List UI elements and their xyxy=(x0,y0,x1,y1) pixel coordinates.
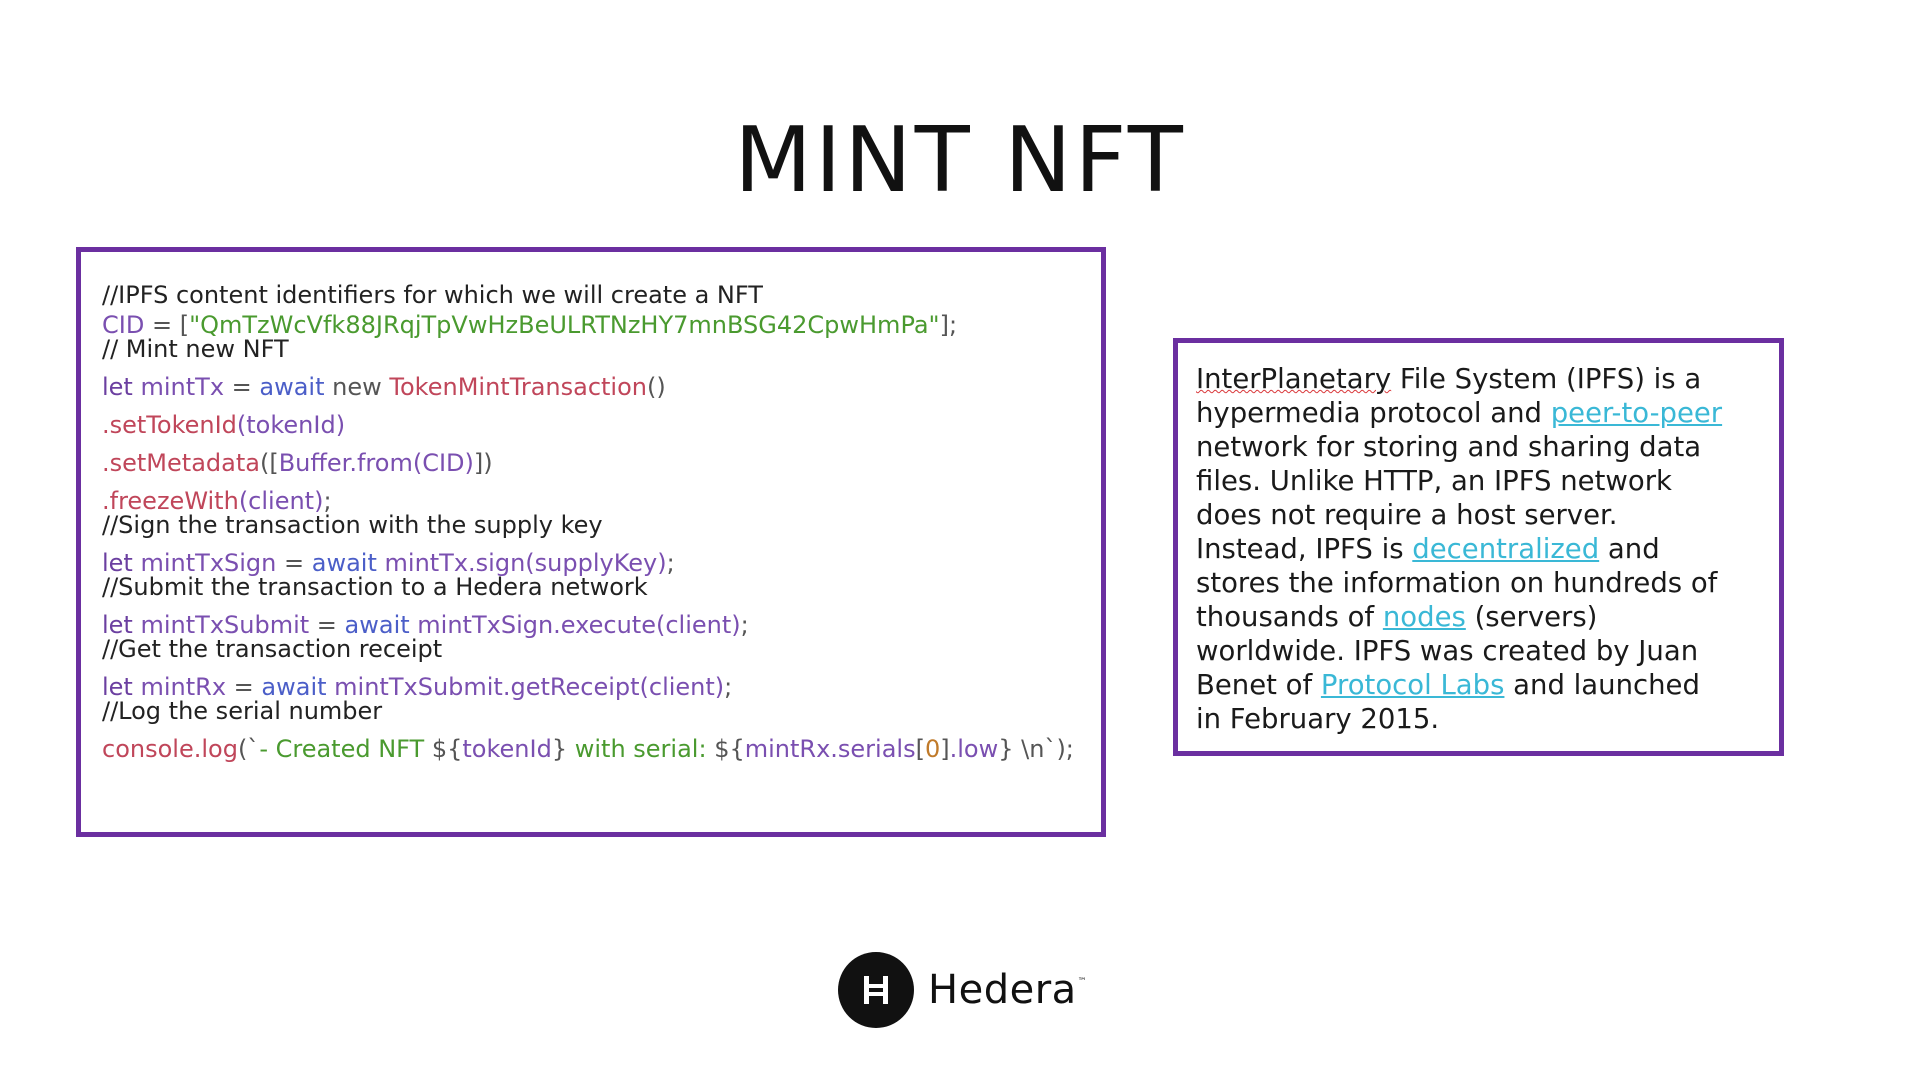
info-line: Benet of Protocol Labs and launched xyxy=(1196,668,1765,702)
code-token: [ xyxy=(915,735,925,763)
code-token: ]) xyxy=(473,449,493,477)
code-token: let xyxy=(102,373,133,401)
code-token: "QmTzWcVfk88JRqjTpVwHzBeULRTNzHY7mnBSG42… xyxy=(189,311,940,339)
code-line-set-token-id: .setTokenId(tokenId) xyxy=(102,410,1101,440)
code-comment-submit: //Submit the transaction to a Hedera net… xyxy=(102,573,648,601)
code-line-console-log: console.log(`- Created NFT ${tokenId} wi… xyxy=(102,734,1101,764)
code-token: mintRx.serials xyxy=(744,735,916,763)
code-token: Buffer.from xyxy=(278,449,413,477)
code-token: .setMetadata xyxy=(102,449,260,477)
info-line: files. Unlike HTTP, an IPFS network xyxy=(1196,465,1672,497)
code-token: tokenId xyxy=(462,735,552,763)
info-text: Benet of xyxy=(1196,669,1321,701)
hedera-h-icon xyxy=(838,952,914,1028)
code-token: ; xyxy=(740,611,749,639)
code-token: } xyxy=(998,735,1014,763)
code-token: ${ xyxy=(714,735,745,763)
hedera-wordmark: Hedera™ xyxy=(928,967,1087,1013)
decentralized-link[interactable]: decentralized xyxy=(1412,533,1599,565)
code-token: \n`); xyxy=(1013,735,1074,763)
code-line-mint-tx: let mintTx = await new TokenMintTransact… xyxy=(102,373,666,401)
peer-to-peer-link[interactable]: peer-to-peer xyxy=(1551,397,1722,429)
info-line: thousands of nodes (servers) xyxy=(1196,600,1765,634)
code-comment-sign: //Sign the transaction with the supply k… xyxy=(102,511,603,539)
code-token: .low xyxy=(949,735,999,763)
code-line-set-metadata: .setMetadata([Buffer.from(CID)]) xyxy=(102,448,1101,478)
code-token: mintTxSign.execute xyxy=(417,611,656,639)
nodes-link[interactable]: nodes xyxy=(1383,601,1466,633)
info-line: does not require a host server. xyxy=(1196,499,1618,531)
code-token: with serial: xyxy=(567,735,715,763)
info-text: and xyxy=(1599,533,1660,565)
code-token: (tokenId) xyxy=(236,411,346,439)
info-text: (servers) xyxy=(1465,601,1598,633)
info-text: thousands of xyxy=(1196,601,1383,633)
code-token: await xyxy=(259,373,325,401)
code-token: TokenMintTransaction xyxy=(389,373,647,401)
code-panel: //IPFS content identifiers for which we … xyxy=(76,247,1106,837)
code-token: .setTokenId xyxy=(102,411,237,439)
code-token: ] xyxy=(940,735,950,763)
info-line: in February 2015. xyxy=(1196,703,1440,735)
info-text: Instead, IPFS is xyxy=(1196,533,1413,565)
slide-title: MINT NFT xyxy=(734,108,1186,213)
code-token: ; xyxy=(724,673,733,701)
info-text: and launched xyxy=(1504,669,1700,701)
info-line: hypermedia protocol and peer-to-peer xyxy=(1196,396,1765,430)
code-token: new xyxy=(332,373,382,401)
code-token: (` xyxy=(237,735,260,763)
info-text: File System (IPFS) is a xyxy=(1391,363,1702,395)
code-token: (client) xyxy=(655,611,741,639)
info-line: InterPlanetary File System (IPFS) is a xyxy=(1196,362,1765,396)
code-token: ]; xyxy=(939,311,958,339)
info-line: Instead, IPFS is decentralized and xyxy=(1196,532,1765,566)
code-token: mintTx xyxy=(140,373,225,401)
code-token: - Created NFT xyxy=(259,735,432,763)
info-text: hypermedia protocol and xyxy=(1196,397,1551,429)
code-comment-ipfs: //IPFS content identifiers for which we … xyxy=(102,281,763,309)
hedera-name: Hedera xyxy=(928,967,1077,1013)
spellcheck-word: InterPlanetary xyxy=(1196,363,1392,395)
code-token: (CID) xyxy=(412,449,474,477)
info-line: stores the information on hundreds of xyxy=(1196,567,1718,599)
code-token: console.log xyxy=(102,735,238,763)
info-line: network for storing and sharing data xyxy=(1196,431,1702,463)
code-token: ; xyxy=(666,549,675,577)
hedera-logo: Hedera™ xyxy=(838,952,1087,1028)
trademark-symbol: ™ xyxy=(1077,977,1088,987)
code-token: ([ xyxy=(259,449,279,477)
info-line: worldwide. IPFS was created by Juan xyxy=(1196,635,1699,667)
code-token: } xyxy=(551,735,568,763)
code-token: ${ xyxy=(431,735,463,763)
protocol-labs-link[interactable]: Protocol Labs xyxy=(1321,669,1505,701)
code-token: (client) xyxy=(639,673,725,701)
code-token: () xyxy=(646,373,666,401)
ipfs-info-panel: InterPlanetary File System (IPFS) is a h… xyxy=(1173,338,1784,756)
code-token: 0 xyxy=(924,735,941,763)
